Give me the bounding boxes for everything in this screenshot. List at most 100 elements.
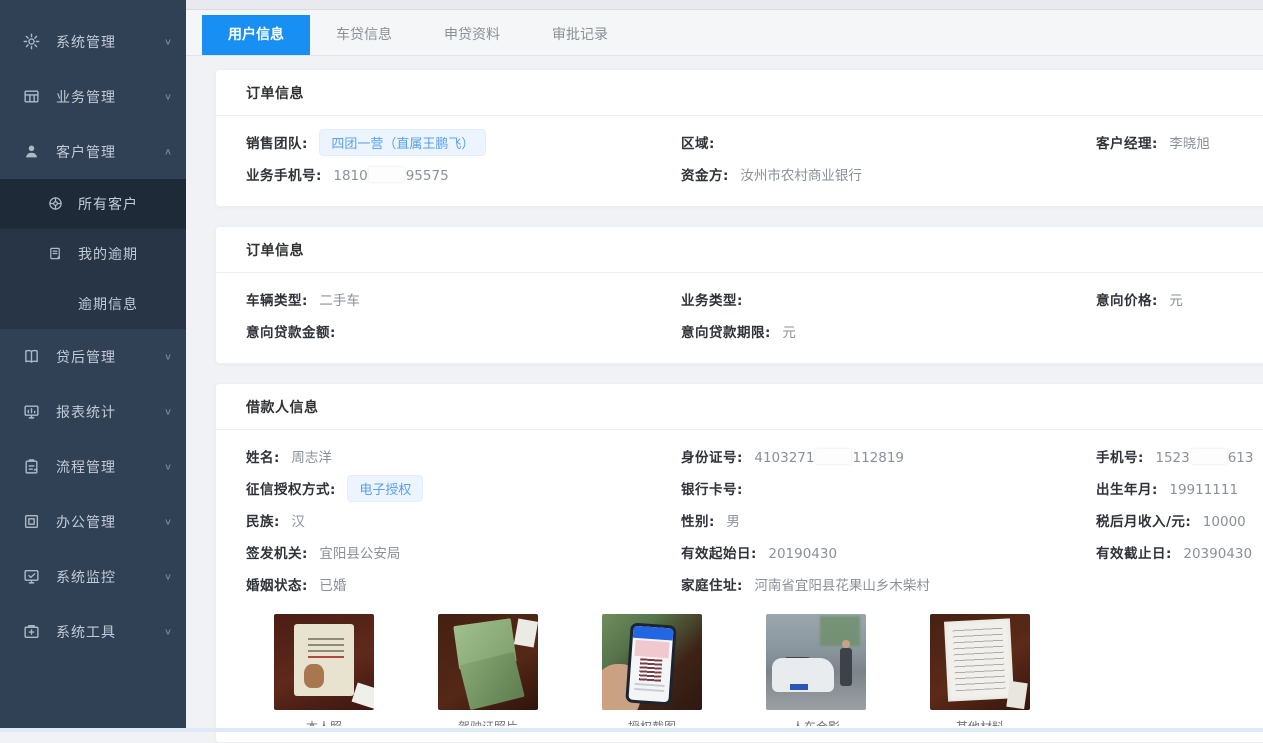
- bottom-scroll-strip[interactable]: [0, 728, 1263, 732]
- chevron-down-icon: ∨: [164, 406, 172, 416]
- name-label: 姓名:: [246, 450, 280, 466]
- funder-value: 汝州市农村商业银行: [740, 168, 862, 184]
- sidebar-item-label: 报表统计: [56, 402, 164, 422]
- gender-label: 性别:: [681, 514, 715, 530]
- birth-date-label: 出生年月:: [1096, 482, 1158, 498]
- sidebar-item-label: 逾期信息: [78, 294, 138, 314]
- chevron-up-icon: ∧: [164, 146, 172, 156]
- business-type-label: 业务类型:: [681, 293, 743, 309]
- sidebar-item-postloan-mgmt[interactable]: 贷后管理 ∨: [0, 329, 186, 384]
- income-value: 10000: [1203, 514, 1246, 530]
- photo-label: 驾驶证照片: [438, 718, 538, 726]
- license-booklet-photo-thumbnail[interactable]: [438, 614, 538, 710]
- customer-manager-label: 客户经理:: [1096, 136, 1158, 152]
- sidebar-item-all-customers[interactable]: 所有客户: [0, 179, 186, 229]
- mobile-label: 手机号:: [1096, 450, 1144, 466]
- redaction-box: [369, 167, 405, 182]
- sidebar-item-label: 所有客户: [78, 194, 138, 214]
- sidebar: 系统管理 ∨ 业务管理 ∨ 客户管理 ∧ 所有客户 我的逾期 逾期信息: [0, 0, 186, 732]
- chevron-down-icon: ∨: [164, 626, 172, 636]
- home-address-value: 河南省宜阳县花果山乡木柴村: [754, 578, 930, 594]
- chevron-down-icon: ∨: [164, 91, 172, 101]
- sidebar-item-label: 业务管理: [56, 87, 164, 107]
- redaction-box: [1191, 449, 1227, 464]
- customer-mgmt-submenu: 所有客户 我的逾期 逾期信息: [0, 179, 186, 329]
- order-info-card-1: 订单信息 销售团队: 四团一营（直属王鹏飞） 区域: 客户经理: 李晓旭: [215, 69, 1263, 207]
- loan-amount-label: 意向贷款金额:: [246, 325, 336, 341]
- photo-label: 授权截图: [602, 718, 702, 726]
- handwritten-document-photo-thumbnail[interactable]: [930, 614, 1030, 710]
- intent-price-value: 元: [1169, 293, 1183, 309]
- sidebar-item-process-mgmt[interactable]: 流程管理 ∨: [0, 439, 186, 494]
- vehicle-type-value: 二手车: [319, 293, 360, 309]
- monitor-icon: [22, 403, 40, 421]
- sidebar-item-label: 办公管理: [56, 512, 164, 532]
- document-photo-row: 本人照 驾驶证照片 授权截图: [274, 614, 1253, 726]
- intent-price-label: 意向价格:: [1096, 293, 1158, 309]
- loan-term-value: 元: [782, 325, 796, 341]
- sidebar-item-overdue-info[interactable]: 逾期信息: [0, 279, 186, 329]
- tab-user-info[interactable]: 用户信息: [202, 15, 310, 55]
- sidebar-item-system-mgmt[interactable]: 系统管理 ∨: [0, 14, 186, 69]
- photo-item-handwritten-doc: 其他材料: [930, 614, 1030, 726]
- issuing-authority-label: 签发机关:: [246, 546, 308, 562]
- name-value: 周志洋: [291, 450, 332, 466]
- tab-loan-application-docs[interactable]: 申贷资料: [418, 15, 526, 55]
- sales-team-tag[interactable]: 四团一营（直属王鹏飞）: [319, 129, 486, 156]
- sidebar-item-report-stats[interactable]: 报表统计 ∨: [0, 384, 186, 439]
- photo-label: 其他材料: [930, 718, 1030, 726]
- sidebar-item-business-mgmt[interactable]: 业务管理 ∨: [0, 69, 186, 124]
- marital-status-value: 已婚: [319, 578, 346, 594]
- business-phone-value: 181095575: [333, 168, 448, 184]
- photo-item-person-with-car: 人车合影: [766, 614, 866, 726]
- chevron-down-icon: ∨: [164, 461, 172, 471]
- book-icon: [22, 348, 40, 366]
- marital-status-label: 婚姻状态:: [246, 578, 308, 594]
- loan-term-label: 意向贷款期限:: [681, 325, 771, 341]
- funder-label: 资金方:: [681, 168, 729, 184]
- sidebar-item-label: 贷后管理: [56, 347, 164, 367]
- issuing-authority-value: 宜阳县公安局: [319, 546, 400, 562]
- sidebar-item-my-overdue[interactable]: 我的逾期: [0, 229, 186, 279]
- customer-manager-value: 李晓旭: [1169, 136, 1210, 152]
- notebook-icon: [48, 246, 64, 262]
- chevron-down-icon: ∨: [164, 351, 172, 361]
- ethnicity-value: 汉: [291, 514, 305, 530]
- phone-qr-photo-thumbnail[interactable]: [602, 614, 702, 710]
- detail-tabbar: 用户信息 车贷信息 申贷资料 审批记录: [186, 10, 1263, 56]
- photo-label: 人车合影: [766, 718, 866, 726]
- sidebar-item-system-monitor[interactable]: 系统监控 ∨: [0, 549, 186, 604]
- sidebar-item-label: 系统工具: [56, 622, 164, 642]
- photo-item-id-card: 本人照: [274, 614, 374, 726]
- vehicle-type-label: 车辆类型:: [246, 293, 308, 309]
- wheel-icon: [48, 196, 64, 212]
- order-info-card-2: 订单信息 车辆类型: 二手车 业务类型: 意向价格: 元: [215, 226, 1263, 364]
- id-number-value: 4103271112819: [754, 450, 904, 466]
- chevron-down-icon: ∨: [164, 36, 172, 46]
- photo-item-license: 驾驶证照片: [438, 614, 538, 726]
- ethnicity-label: 民族:: [246, 514, 280, 530]
- clipboard-icon: [22, 458, 40, 476]
- sales-team-label: 销售团队:: [246, 136, 308, 152]
- photo-item-auth-screenshot: 授权截图: [602, 614, 702, 726]
- sidebar-item-customer-mgmt[interactable]: 客户管理 ∧: [0, 124, 186, 179]
- main-content: 用户信息 车贷信息 申贷资料 审批记录 订单信息 销售团队: 四团一营（直属王鹏…: [186, 0, 1263, 732]
- sidebar-item-label: 流程管理: [56, 457, 164, 477]
- sidebar-item-system-tools[interactable]: 系统工具 ∨: [0, 604, 186, 659]
- gear-icon: [22, 33, 40, 51]
- tab-approval-records[interactable]: 审批记录: [526, 15, 634, 55]
- id-card-photo-thumbnail[interactable]: [274, 614, 374, 710]
- valid-to-value: 20390430: [1183, 546, 1252, 562]
- tab-car-loan-info[interactable]: 车贷信息: [310, 15, 418, 55]
- borrower-info-card: 借款人信息 姓名: 周志洋 身份证号: 4103271112819 手机号: 1…: [215, 383, 1263, 743]
- sidebar-item-label: 客户管理: [56, 142, 164, 162]
- sidebar-item-label: 系统监控: [56, 567, 164, 587]
- person-car-photo-thumbnail[interactable]: [766, 614, 866, 710]
- valid-from-label: 有效起始日:: [681, 546, 757, 562]
- sidebar-item-label: 系统管理: [56, 32, 164, 52]
- income-label: 税后月收入/元:: [1096, 514, 1191, 530]
- sidebar-item-office-mgmt[interactable]: 办公管理 ∨: [0, 494, 186, 549]
- credit-auth-label: 征信授权方式:: [246, 482, 336, 498]
- credit-auth-tag[interactable]: 电子授权: [347, 475, 423, 502]
- bank-card-label: 银行卡号:: [681, 482, 743, 498]
